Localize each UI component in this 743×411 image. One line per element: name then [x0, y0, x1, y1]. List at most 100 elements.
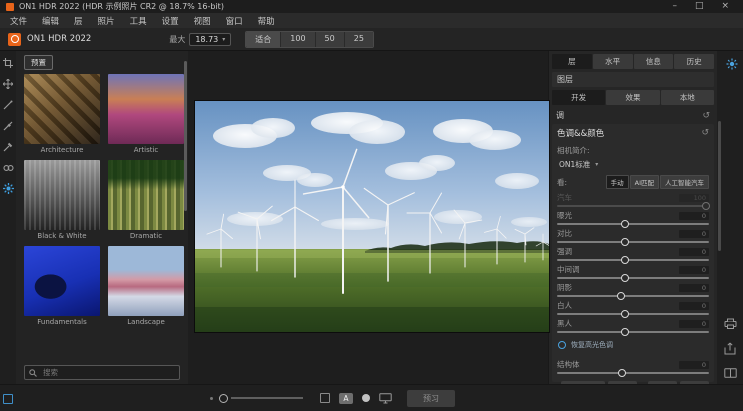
preview-opacity-slider[interactable]: [219, 394, 228, 403]
tone-ai-auto-button[interactable]: 人工智能汽车: [660, 175, 709, 189]
slider-knob[interactable]: [618, 369, 626, 377]
menu-view[interactable]: 视图: [194, 15, 211, 27]
print-icon[interactable]: [724, 318, 737, 329]
preset-thumbnail[interactable]: MAGIC: [24, 332, 100, 361]
slider-knob[interactable]: [621, 238, 629, 246]
panel-scrollbar[interactable]: [718, 121, 721, 251]
chevron-down-icon: ▾: [222, 36, 225, 43]
slider-contrast[interactable]: 对比0: [557, 229, 709, 245]
tab-effects[interactable]: 效果: [606, 90, 659, 105]
preset-fundamentals[interactable]: Fundamentals: [24, 246, 100, 326]
soft-proof-checkbox[interactable]: [320, 393, 330, 403]
tab-levels[interactable]: 水平: [593, 54, 633, 69]
slider-value[interactable]: 0: [679, 302, 709, 310]
monitor-icon[interactable]: [379, 393, 392, 404]
radio-icon[interactable]: [558, 341, 566, 349]
preset-architecture[interactable]: Architecture: [24, 74, 100, 154]
slider-knob[interactable]: [621, 328, 629, 336]
preset-black-white[interactable]: Black & White: [24, 160, 100, 240]
menu-help[interactable]: 帮助: [258, 15, 275, 27]
tab-layers[interactable]: 层: [552, 54, 592, 69]
preview-button[interactable]: 预习: [407, 390, 455, 407]
slider-knob[interactable]: [621, 310, 629, 318]
slider-value[interactable]: 0: [679, 361, 709, 369]
slider-value[interactable]: 0: [679, 212, 709, 220]
masking-brush-icon[interactable]: [3, 120, 14, 131]
preset-dramatic[interactable]: Dramatic: [108, 160, 184, 240]
menu-tools[interactable]: 工具: [130, 15, 147, 27]
slider-auto[interactable]: 汽车100: [557, 193, 709, 209]
tab-history[interactable]: 历史: [674, 54, 714, 69]
mask-chain-icon[interactable]: [3, 162, 14, 173]
tab-develop[interactable]: 开发: [552, 90, 605, 105]
slider-midtones[interactable]: 中间调0: [557, 265, 709, 281]
preset-landscape[interactable]: Landscape: [108, 246, 184, 326]
auto-preview-button[interactable]: A: [339, 393, 353, 404]
slider-value[interactable]: 0: [679, 266, 709, 274]
adjustment-brush-icon[interactable]: [3, 99, 14, 110]
close-button[interactable]: ×: [721, 0, 729, 13]
slider-value[interactable]: 0: [679, 230, 709, 238]
preset-thumbnail[interactable]: [108, 246, 184, 316]
tone-manual-button[interactable]: 手动: [606, 175, 629, 189]
slider-blacks[interactable]: 黑人0: [557, 319, 709, 335]
menu-settings[interactable]: 设置: [162, 15, 179, 27]
slider-knob[interactable]: [621, 256, 629, 264]
preset-thumbnail[interactable]: [24, 246, 100, 316]
refine-brush-icon[interactable]: [3, 141, 14, 152]
ai-quick-mask-icon[interactable]: [3, 183, 14, 194]
crop-tool-icon[interactable]: [3, 57, 14, 68]
slider-structure[interactable]: 结构体0: [557, 360, 709, 376]
slider-shadows[interactable]: 阴影0: [557, 283, 709, 299]
menu-layer[interactable]: 层: [74, 15, 83, 27]
zoom-100-button[interactable]: 100: [281, 32, 315, 47]
preset-thumbnail[interactable]: [108, 160, 184, 230]
camera-profile-dropdown[interactable]: ON1标准 ▾: [559, 159, 709, 170]
slider-knob[interactable]: [621, 220, 629, 228]
preset-scrollbar[interactable]: [184, 61, 187, 211]
sync-settings-icon[interactable]: [726, 55, 738, 74]
preset-artistic[interactable]: Artistic: [108, 74, 184, 154]
preset-search[interactable]: [24, 365, 180, 380]
tame-highlights-toggle[interactable]: 恢复高光色调: [558, 340, 709, 350]
presets-tab[interactable]: 预置: [24, 55, 53, 70]
browse-toggle-icon[interactable]: [3, 394, 13, 404]
slider-value[interactable]: 0: [679, 248, 709, 256]
slider-knob[interactable]: [702, 202, 710, 210]
zoom-50-button[interactable]: 50: [316, 32, 345, 47]
preset-thumbnail[interactable]: [24, 74, 100, 144]
mask-view-icon[interactable]: [362, 394, 370, 402]
tone-ai-match-button[interactable]: AI匹配: [630, 175, 659, 189]
menu-file[interactable]: 文件: [10, 15, 27, 27]
slider-value[interactable]: 0: [679, 320, 709, 328]
slider-value[interactable]: 100: [679, 194, 709, 202]
zoom-level-dropdown[interactable]: 18.73 ▾: [189, 33, 231, 46]
slider-value[interactable]: 0: [679, 284, 709, 292]
zoom-fit-button[interactable]: 适合: [246, 32, 281, 47]
reset-pane-icon[interactable]: ↺: [702, 112, 710, 120]
tab-local[interactable]: 本地: [661, 90, 714, 105]
preset-thumbnail[interactable]: [108, 74, 184, 144]
minimize-button[interactable]: –: [672, 0, 677, 13]
menu-edit[interactable]: 编辑: [42, 15, 59, 27]
slider-knob[interactable]: [617, 292, 625, 300]
menu-photo[interactable]: 照片: [98, 15, 115, 27]
compare-view-icon[interactable]: [724, 368, 737, 378]
reset-section-icon[interactable]: ↺: [701, 129, 709, 137]
slider-highlights[interactable]: 强调0: [557, 247, 709, 263]
photo-wind-turbines[interactable]: [195, 101, 549, 332]
slider-exposure[interactable]: 曝光0: [557, 211, 709, 227]
slider-knob[interactable]: [621, 274, 629, 282]
preview-opacity-track[interactable]: [231, 397, 303, 399]
export-icon[interactable]: [724, 342, 736, 355]
transform-tool-icon[interactable]: [3, 78, 14, 89]
slider-whites[interactable]: 白人0: [557, 301, 709, 317]
preset-thumbnail[interactable]: [24, 160, 100, 230]
zoom-25-button[interactable]: 25: [345, 32, 373, 47]
maximize-button[interactable]: □: [695, 0, 704, 13]
tab-info[interactable]: 信息: [634, 54, 674, 69]
menu-window[interactable]: 窗口: [226, 15, 243, 27]
layers-header[interactable]: 图层: [552, 72, 714, 87]
preset-magic[interactable]: MAGIC: [24, 332, 100, 361]
search-input[interactable]: [41, 367, 175, 378]
